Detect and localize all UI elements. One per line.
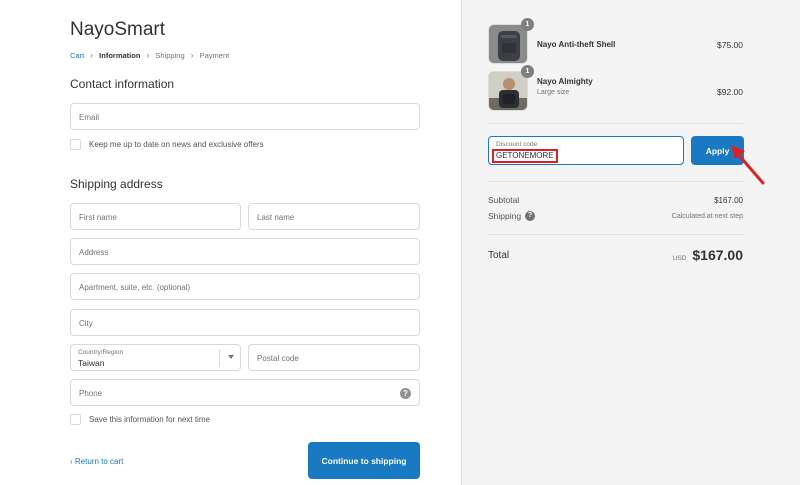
select-divider [219,349,220,367]
phone-field[interactable]: Phone ? [70,379,420,406]
line-item: 1 Nayo Almighty Large size $92.00 [488,65,743,111]
subtotal-value: $167.00 [714,195,743,205]
country-value: Taiwan [78,358,105,368]
shipping-label-group: Shipping ? [488,211,536,221]
contact-title: Contact information [70,77,175,91]
product-price: $92.00 [717,87,743,97]
breadcrumb: Cart › Information › Shipping › Payment [70,50,229,60]
question-icon[interactable]: ? [400,388,411,399]
shipping-title: Shipping address [70,177,163,191]
chevron-right-icon: › [146,50,150,60]
apartment-placeholder: Apartment, suite, etc. (optional) [79,283,191,292]
phone-placeholder: Phone [79,389,103,398]
email-placeholder: Email [79,113,100,122]
address-placeholder: Address [79,248,109,257]
breadcrumb-shipping: Shipping [155,50,185,60]
shipping-value: Calculated at next step [671,212,743,220]
total-label: Total [488,249,510,261]
first-name-field[interactable]: First name [70,203,241,230]
line-item: 1 Nayo Anti-theft Shell $75.00 [488,18,743,64]
question-icon[interactable]: ? [525,211,536,221]
last-name-placeholder: Last name [257,213,295,222]
product-thumbnail [488,71,528,111]
checkout-main: NayoSmart Cart › Information › Shipping … [0,0,461,485]
currency-code: USD [672,255,687,262]
last-name-field[interactable]: Last name [248,203,420,230]
newsletter-label: Keep me up to date on news and exclusive… [89,140,264,149]
discount-code-value: GETONEMORE [492,149,558,163]
subtotal-label: Subtotal [488,195,520,205]
chevron-down-icon[interactable] [228,355,234,359]
breadcrumb-payment: Payment [199,50,230,60]
backpack-model-image [489,72,527,110]
divider [488,181,743,182]
postal-code-field[interactable]: Postal code [248,344,420,371]
product-name: Nayo Almighty [537,77,593,86]
divider [488,234,743,235]
save-info-checkbox[interactable] [70,414,81,425]
apartment-field[interactable]: Apartment, suite, etc. (optional) [70,273,420,300]
return-to-cart-link[interactable]: ‹ Return to cart [70,457,123,466]
newsletter-option[interactable]: Keep me up to date on news and exclusive… [70,139,264,150]
chevron-left-icon: ‹ [70,457,73,466]
discount-code-field[interactable]: Discount code GETONEMORE [488,136,684,165]
breadcrumb-cart[interactable]: Cart [70,51,84,60]
quantity-badge: 1 [521,18,534,31]
product-name: Nayo Anti-theft Shell [537,40,616,49]
chevron-right-icon: › [190,50,194,60]
shipping-row: Shipping ? Calculated at next step [488,211,743,221]
save-info-option[interactable]: Save this information for next time [70,414,210,425]
product-variant: Large size [537,89,570,96]
shipping-label: Shipping [488,211,522,221]
chevron-right-icon: › [90,50,94,60]
save-info-label: Save this information for next time [89,415,210,424]
breadcrumb-information: Information [99,50,141,60]
newsletter-checkbox[interactable] [70,139,81,150]
address-field[interactable]: Address [70,238,420,265]
country-select[interactable]: Country/Region Taiwan [70,344,241,371]
backpack-image [489,25,527,63]
city-field[interactable]: City [70,309,420,336]
country-label: Country/Region [78,349,124,356]
product-price: $75.00 [717,40,743,50]
quantity-badge: 1 [521,65,534,78]
first-name-placeholder: First name [79,213,117,222]
total-amount: $167.00 [692,247,743,263]
order-summary: 1 Nayo Anti-theft Shell $75.00 1 Nayo Al… [461,0,800,485]
total-group: USD $167.00 [673,247,743,263]
city-placeholder: City [79,319,93,328]
return-to-cart-label: Return to cart [74,457,124,466]
total-row: Total USD $167.00 [488,247,743,263]
divider [488,123,743,124]
continue-to-shipping-button[interactable]: Continue to shipping [308,442,420,479]
annotation-arrow-icon [731,145,765,185]
discount-code-label: Discount code [496,141,538,148]
product-thumbnail [488,24,528,64]
subtotal-row: Subtotal $167.00 [488,195,743,205]
shop-name[interactable]: NayoSmart [70,19,165,41]
postal-code-placeholder: Postal code [257,354,299,363]
email-field[interactable]: Email [70,103,420,130]
